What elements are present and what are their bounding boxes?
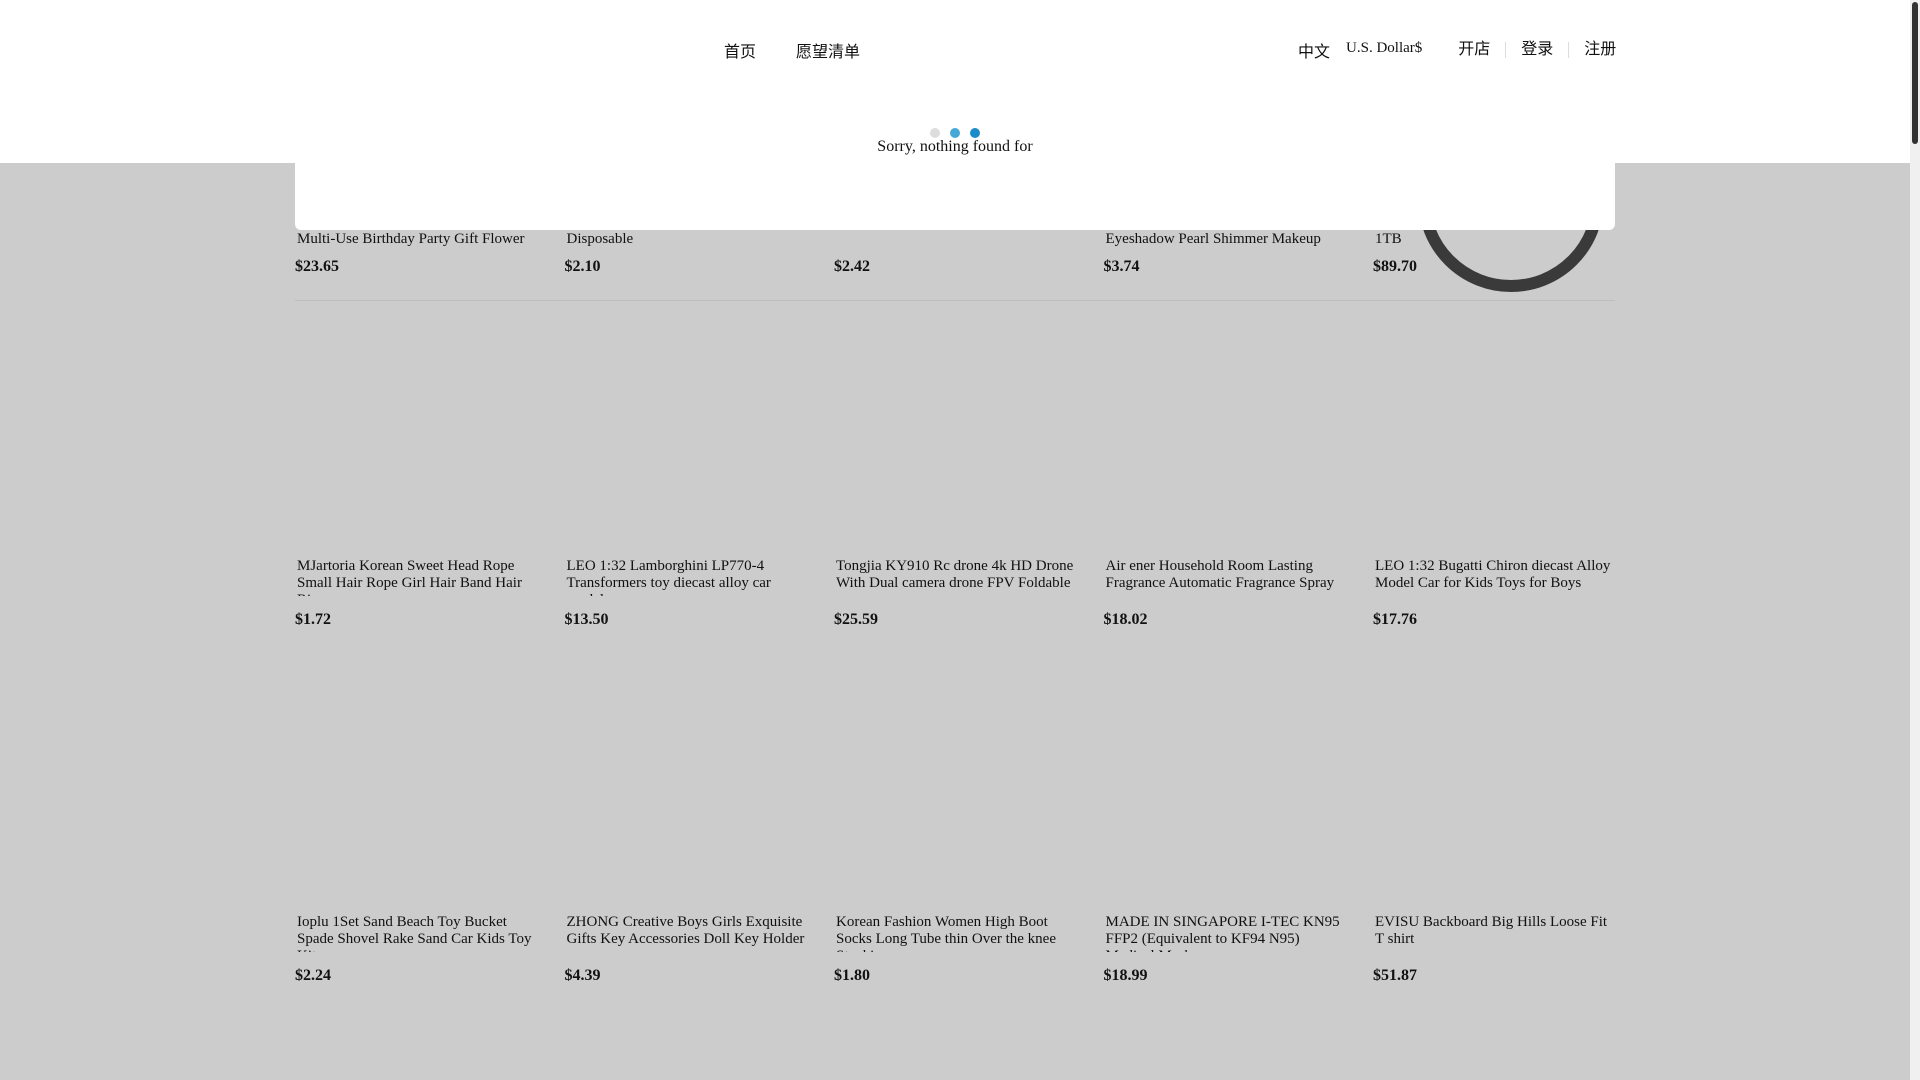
product-price: $18.02 (1103, 611, 1148, 628)
currency-selector[interactable]: U.S. Dollar$ (1346, 40, 1422, 57)
register-link[interactable]: 注册 (1568, 42, 1616, 58)
product-name[interactable]: Tongjia KY910 Rc drone 4k HD Drone With … (834, 558, 1076, 596)
product-card[interactable]: Tongjia KY910 Rc drone 4k HD Drone With … (834, 558, 1076, 629)
product-price: $2.24 (295, 967, 331, 984)
product-price: $51.87 (1373, 967, 1417, 984)
row-divider (295, 300, 1615, 301)
product-card[interactable]: ZHONG Creative Boys Girls Exquisite Gift… (565, 914, 807, 985)
product-name[interactable]: Ioplu 1Set Sand Beach Toy Bucket Spade S… (295, 914, 537, 952)
product-price: $18.99 (1103, 967, 1148, 984)
product-price: $17.76 (1373, 611, 1417, 628)
product-row-3: Ioplu 1Set Sand Beach Toy Bucket Spade S… (295, 914, 1615, 985)
nav-wishlist-link[interactable]: 愿望清单 (796, 38, 860, 62)
product-price: $25.59 (834, 611, 878, 628)
product-name[interactable]: ZHONG Creative Boys Girls Exquisite Gift… (565, 914, 807, 952)
product-name[interactable]: EVISU Backboard Big Hills Loose Fit T sh… (1373, 914, 1615, 952)
product-price: $13.50 (564, 611, 609, 628)
product-name[interactable]: Air ener Household Room Lasting Fragranc… (1104, 558, 1346, 596)
open-store-link[interactable]: 开店 (1458, 42, 1505, 58)
product-card[interactable]: Ioplu 1Set Sand Beach Toy Bucket Spade S… (295, 914, 537, 985)
login-link[interactable]: 登录 (1505, 42, 1568, 58)
product-card[interactable]: EVISU Backboard Big Hills Loose Fit T sh… (1373, 914, 1615, 985)
nav-home-link[interactable]: 首页 (724, 38, 756, 62)
product-price: $23.65 (295, 258, 339, 275)
product-row-2: MJartoria Korean Sweet Head Rope Small H… (295, 558, 1615, 629)
product-card[interactable]: LEO 1:32 Lamborghini LP770-4 Transformer… (565, 558, 807, 629)
loading-dot (970, 128, 980, 138)
loading-dots-icon (930, 128, 980, 138)
product-card[interactable]: Air ener Household Room Lasting Fragranc… (1104, 558, 1346, 629)
product-name[interactable]: Korean Fashion Women High Boot Socks Lon… (834, 914, 1076, 952)
language-selector[interactable]: 中文 (1298, 38, 1330, 62)
product-price: $1.80 (834, 967, 870, 984)
product-card[interactable]: MADE IN SINGAPORE I-TEC KN95 FFP2 (Equiv… (1104, 914, 1346, 985)
scrollbar-thumb[interactable] (1912, 2, 1918, 144)
product-price: $3.74 (1103, 258, 1140, 275)
product-card[interactable]: MJartoria Korean Sweet Head Rope Small H… (295, 558, 537, 629)
product-price: $1.72 (295, 611, 331, 628)
product-price: $2.10 (564, 258, 601, 275)
page-scrollbar[interactable] (1910, 0, 1920, 1080)
loading-dot (950, 128, 960, 138)
header-utility-nav: 中文 U.S. Dollar$ 开店 登录 注册 (1298, 38, 1616, 62)
loading-dot (930, 128, 940, 138)
product-price: $2.42 (834, 258, 870, 275)
no-results-message: Sorry, nothing found for (877, 138, 1033, 155)
product-card[interactable]: Korean Fashion Women High Boot Socks Lon… (834, 914, 1076, 985)
product-name[interactable]: MADE IN SINGAPORE I-TEC KN95 FFP2 (Equiv… (1104, 914, 1346, 952)
product-name[interactable]: LEO 1:32 Lamborghini LP770-4 Transformer… (565, 558, 807, 596)
product-name[interactable]: MJartoria Korean Sweet Head Rope Small H… (295, 558, 537, 596)
product-price: $4.39 (564, 967, 601, 984)
main-nav: 首页 愿望清单 (724, 38, 860, 62)
product-name[interactable]: LEO 1:32 Bugatti Chiron diecast Alloy Mo… (1373, 558, 1615, 596)
product-card[interactable]: LEO 1:32 Bugatti Chiron diecast Alloy Mo… (1373, 558, 1615, 629)
